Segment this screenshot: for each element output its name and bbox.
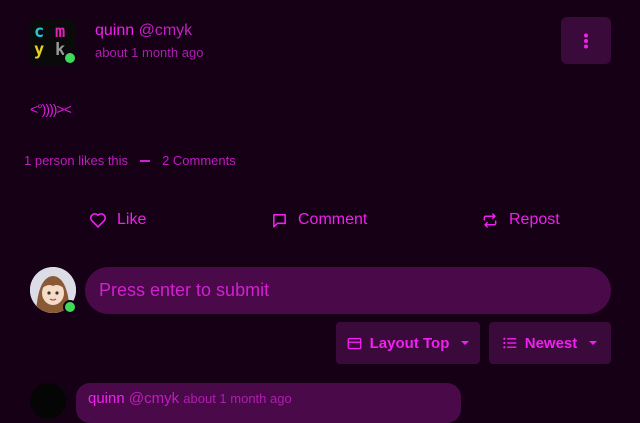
post-stats: 1 person likes this 2 Comments — [24, 153, 236, 168]
comment-input[interactable] — [85, 267, 611, 314]
sort-label: Newest — [524, 334, 578, 352]
post-body: <°))))>< — [30, 101, 72, 117]
layout-icon — [347, 337, 362, 349]
avatar-letter-m: m — [55, 22, 66, 42]
post-author[interactable]: quinn @cmyk — [95, 22, 192, 40]
current-user-avatar[interactable] — [30, 267, 77, 314]
sort-list-icon — [503, 337, 517, 349]
comment-label: Comment — [298, 211, 368, 228]
layout-label: Layout Top — [369, 334, 450, 352]
comment-author-handle[interactable]: @cmyk — [129, 390, 179, 407]
kebab-menu-icon — [584, 33, 588, 48]
post-timestamp[interactable]: about 1 month ago — [95, 45, 203, 60]
author-handle[interactable]: @cmyk — [139, 22, 193, 39]
avatar-letter-c: c — [34, 22, 45, 42]
comment-button[interactable]: Comment — [271, 205, 367, 235]
comment-author-avatar[interactable] — [30, 383, 66, 419]
like-button[interactable]: Like — [89, 205, 146, 235]
comment-author-name[interactable]: quinn — [88, 390, 125, 407]
chevron-down-icon — [461, 341, 470, 345]
chevron-down-icon — [589, 341, 598, 345]
post-menu-button[interactable] — [561, 17, 611, 64]
comment-header: quinn @cmyk about 1 month ago — [88, 390, 292, 407]
stats-separator — [140, 159, 151, 162]
like-label: Like — [117, 211, 147, 228]
author-avatar[interactable]: c m y k — [30, 20, 77, 66]
sort-dropdown[interactable]: Newest — [489, 322, 611, 364]
author-name[interactable]: quinn — [95, 22, 134, 39]
repost-label: Repost — [509, 211, 560, 228]
comment-bubble-icon — [273, 213, 286, 228]
layout-dropdown[interactable]: Layout Top — [336, 322, 480, 364]
comment-timestamp[interactable]: about 1 month ago — [183, 391, 291, 406]
online-status-dot — [63, 300, 77, 314]
online-status-dot — [63, 51, 77, 65]
comments-count-link[interactable]: 2 Comments — [162, 153, 236, 168]
heart-icon — [90, 213, 106, 228]
repost-icon — [483, 212, 497, 228]
avatar-letter-y: y — [34, 40, 45, 60]
likes-count-link[interactable]: 1 person likes this — [24, 153, 128, 168]
repost-button[interactable]: Repost — [481, 205, 560, 235]
